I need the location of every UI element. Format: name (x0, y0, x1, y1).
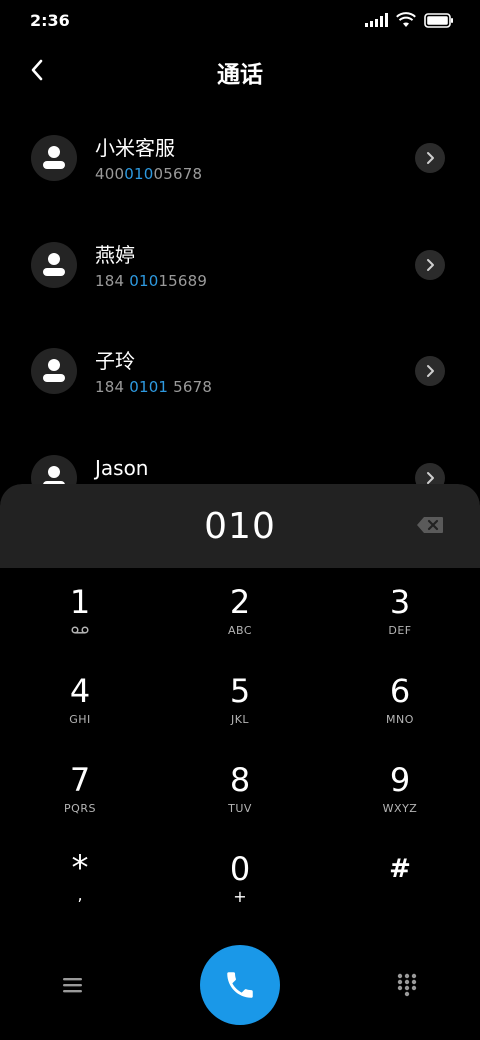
call-button[interactable] (200, 945, 280, 1025)
contact-number: 40001005678 (95, 165, 203, 183)
contact-detail-button[interactable] (415, 356, 445, 386)
status-time: 2:36 (30, 11, 70, 30)
key-letters: DEF (388, 624, 412, 637)
chevron-right-icon (427, 259, 434, 271)
contact-detail-button[interactable] (415, 250, 445, 280)
key-4[interactable]: 4 GHI (20, 671, 140, 751)
voicemail-icon (20, 624, 140, 638)
key-5[interactable]: 5 JKL (180, 671, 300, 751)
dialed-number[interactable]: 010 (0, 506, 480, 547)
status-bar: 2:36 (0, 0, 480, 40)
chevron-right-icon (427, 472, 434, 484)
dial-panel: 010 1 2 ABC 3 DEF 4 GHI 5 JKL 6 MNO 7 PQ… (0, 484, 480, 1040)
key-9[interactable]: 9 WXYZ (340, 760, 460, 840)
battery-icon (424, 12, 454, 28)
header: 通话 (0, 48, 480, 92)
status-icons (365, 12, 454, 28)
person-icon (43, 253, 65, 276)
avatar (31, 135, 77, 181)
backspace-icon (417, 517, 443, 533)
bottom-bar (0, 945, 480, 1025)
key-letters: WXYZ (382, 802, 418, 815)
key-digit: 3 (389, 583, 411, 621)
chevron-right-icon (427, 152, 434, 164)
key-digit: 5 (229, 672, 251, 710)
key-digit: * (71, 848, 89, 888)
key-digit: 6 (389, 672, 411, 710)
key-letters: + (233, 887, 247, 906)
key-letters: PQRS (64, 802, 96, 815)
dial-input-bar: 010 (0, 484, 480, 568)
dialer-screen: 2:36 通话 小米客服 40001005678 燕婷 184 01015689… (0, 0, 480, 1040)
backspace-button[interactable] (416, 516, 444, 534)
key-digit: 7 (69, 761, 91, 799)
key-digit: 0 (229, 850, 251, 888)
contact-name: 燕婷 (95, 243, 135, 267)
key-digit: 9 (389, 761, 411, 799)
avatar (31, 348, 77, 394)
key-digit: # (389, 854, 411, 884)
key-letters: GHI (69, 713, 91, 726)
contact-number: 184 0101 5678 (95, 378, 213, 396)
key-letters: TUV (228, 802, 252, 815)
avatar (31, 242, 77, 288)
key-letters: JKL (230, 713, 250, 726)
key-2[interactable]: 2 ABC (180, 582, 300, 662)
contact-name: 子玲 (95, 349, 135, 373)
wifi-icon (396, 12, 416, 28)
key-letters: ABC (227, 624, 253, 637)
contact-name: Jason (95, 456, 149, 480)
contact-item[interactable]: 燕婷 184 01015689 (0, 242, 480, 332)
key-hash[interactable]: # (340, 849, 460, 929)
key-digit: 1 (69, 583, 91, 621)
contact-name: 小米客服 (95, 136, 175, 160)
key-7[interactable]: 7 PQRS (20, 760, 140, 840)
menu-icon (63, 978, 82, 993)
phone-icon (227, 972, 253, 998)
key-star[interactable]: * , (20, 849, 140, 929)
key-digit: 4 (69, 672, 91, 710)
key-0[interactable]: 0 + (180, 849, 300, 929)
key-digit: 2 (229, 583, 251, 621)
page-title: 通话 (217, 62, 263, 88)
key-8[interactable]: 8 TUV (180, 760, 300, 840)
key-digit: 8 (229, 761, 251, 799)
key-letters: MNO (386, 713, 414, 726)
key-letters: , (77, 885, 83, 904)
dialpad-toggle-button[interactable] (396, 972, 418, 998)
menu-button[interactable] (60, 973, 86, 997)
key-1[interactable]: 1 (20, 582, 140, 662)
person-icon (43, 146, 65, 169)
dialpad-icon (397, 973, 417, 997)
person-icon (43, 359, 65, 382)
chevron-right-icon (427, 365, 434, 377)
key-3[interactable]: 3 DEF (340, 582, 460, 662)
key-6[interactable]: 6 MNO (340, 671, 460, 751)
contact-item[interactable]: 子玲 184 0101 5678 (0, 348, 480, 438)
contact-item[interactable]: 小米客服 40001005678 (0, 135, 480, 225)
contact-number: 184 01015689 (95, 272, 208, 290)
signal-icon (365, 13, 388, 27)
contact-detail-button[interactable] (415, 143, 445, 173)
